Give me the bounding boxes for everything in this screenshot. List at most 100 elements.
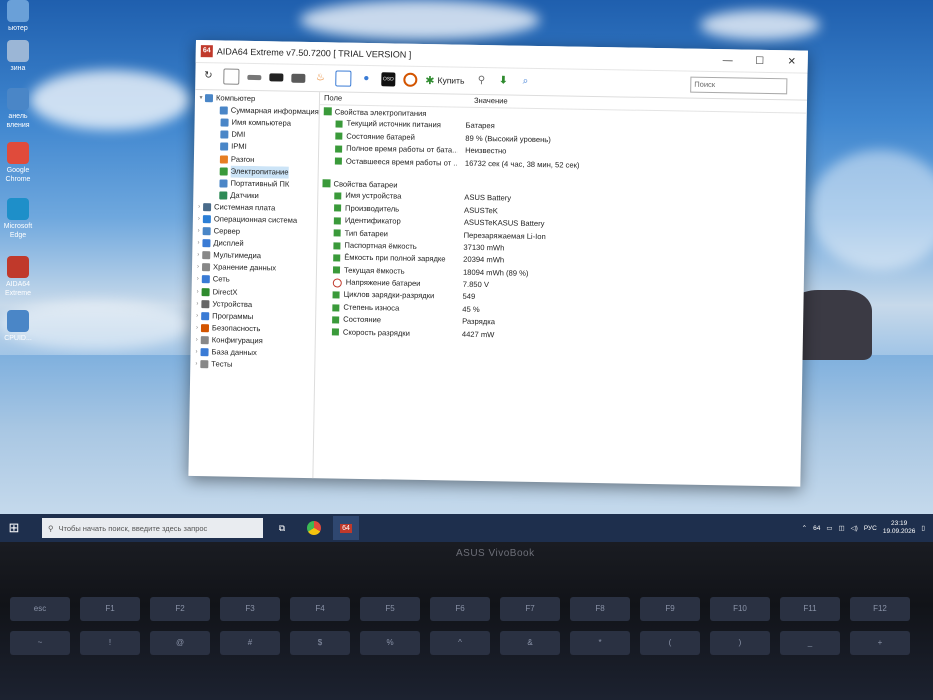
tree-item[interactable]: › Тесты xyxy=(190,358,314,372)
property-sections: Свойства электропитания Текущий источник … xyxy=(316,105,807,346)
tree-item-icon xyxy=(219,191,228,200)
navigation-tree: ▾ Компьютер Суммарная информация Имя компью… xyxy=(188,89,321,479)
desktop-icon-label: анель вления xyxy=(6,113,30,129)
property-name: Тип батареи xyxy=(344,228,389,238)
taskbar-search-placeholder: Чтобы начать поиск, введите здесь запрос xyxy=(58,523,208,533)
network-tray-icon[interactable]: ◫ xyxy=(839,524,845,532)
keyboard-key: F4 xyxy=(290,597,350,621)
search-icon[interactable]: ⌕ xyxy=(518,75,532,89)
start-button[interactable]: ⊞ xyxy=(0,514,28,542)
keyboard: esc F1 F2 F3 F4 F5 F6 F7 F8 F9 F10 F11 F12 ~! @ # $% ^ & * (… xyxy=(10,595,933,700)
expand-toggle-icon[interactable]: ▾ xyxy=(197,92,205,104)
chevron-up-icon[interactable]: ⌃ xyxy=(802,524,807,532)
search-icon: ⚲ xyxy=(48,523,54,533)
property-value: 37130 mWh xyxy=(463,242,505,253)
tree-item-label: Портативный ПК xyxy=(230,178,290,189)
user-icon[interactable]: ● xyxy=(359,72,373,86)
battery-icon xyxy=(322,179,331,188)
aida64-window: 64 AIDA64 Extreme v7.50.7200 [ TRIAL VER… xyxy=(188,40,808,487)
property-name: Состояние батарей xyxy=(346,131,415,142)
desktop-app-icon xyxy=(7,142,29,164)
desktop-icon[interactable]: AIDA64 Extreme xyxy=(0,256,36,298)
cpu-icon[interactable] xyxy=(269,73,284,82)
expand-toggle-icon[interactable]: › xyxy=(194,286,202,298)
aida64-tray-icon[interactable]: 64 xyxy=(813,525,820,532)
tree-item-icon xyxy=(200,348,209,357)
desktop-icon[interactable]: Google Chrome xyxy=(0,142,36,184)
notifications-icon[interactable]: ▯ xyxy=(921,524,925,532)
buy-label: Купить xyxy=(437,75,465,86)
language-indicator[interactable]: РУС xyxy=(864,525,877,532)
chrome-taskbar-icon[interactable] xyxy=(301,516,327,540)
minimize-button[interactable]: — xyxy=(712,55,744,67)
taskbar-search[interactable]: ⚲ Чтобы начать поиск, введите здесь запр… xyxy=(42,518,263,538)
keyboard-key: F6 xyxy=(430,597,490,621)
expand-toggle-icon[interactable]: › xyxy=(194,273,202,285)
desktop-icon[interactable]: CPUID... xyxy=(0,310,36,343)
desktop-icon[interactable]: анель вления xyxy=(0,88,36,130)
desktop-icon-label: AIDA64 Extreme xyxy=(4,281,32,297)
expand-toggle-icon[interactable]: › xyxy=(193,322,201,334)
motherboard-icon[interactable] xyxy=(247,74,262,80)
cloud xyxy=(300,0,540,40)
expand-toggle-icon[interactable]: › xyxy=(193,310,201,322)
desktop-icon[interactable]: зина xyxy=(0,40,36,73)
flame-icon[interactable]: ♨ xyxy=(313,71,327,85)
aida64-taskbar-icon[interactable]: 64 xyxy=(333,516,359,540)
tree-item-icon xyxy=(200,323,210,333)
expand-toggle-icon[interactable]: › xyxy=(194,261,202,273)
property-name: Степень износа xyxy=(343,302,400,313)
battery-icon xyxy=(332,303,340,312)
tools-icon[interactable]: ⚲ xyxy=(474,74,488,88)
expand-toggle-icon[interactable]: › xyxy=(193,334,201,346)
buy-button[interactable]: ✱ Купить xyxy=(425,74,464,88)
volume-icon[interactable]: ◁) xyxy=(851,524,858,532)
expand-toggle-icon[interactable]: › xyxy=(194,249,202,261)
memory-icon[interactable] xyxy=(291,73,306,83)
expand-toggle-icon[interactable]: › xyxy=(194,237,202,249)
osd-icon[interactable]: OSD xyxy=(381,72,396,87)
tree-item-icon xyxy=(204,94,214,103)
update-icon[interactable] xyxy=(403,72,418,87)
tree-item-icon xyxy=(202,251,211,260)
tree-item-icon xyxy=(202,215,211,224)
system-tray: ⌃ 64 ▭ ◫ ◁) РУС 23:19 19.09.2026 ▯ xyxy=(802,520,933,536)
property-value: 4427 mW xyxy=(461,329,495,339)
tree-item-label: Разгон xyxy=(230,154,255,164)
battery-icon[interactable]: ▭ xyxy=(826,524,832,532)
desktop: ьютер зина анель вления Google Chrome Micros… xyxy=(0,0,933,545)
window-title: AIDA64 Extreme v7.50.7200 [ TRIAL VERSIO… xyxy=(216,46,412,60)
expand-toggle-icon[interactable]: › xyxy=(195,201,203,213)
cloud xyxy=(30,70,190,130)
tree-item-icon xyxy=(201,275,210,284)
keyboard-key: ! xyxy=(80,631,140,655)
tree-item-icon xyxy=(201,299,210,308)
tree-item-label: Сервер xyxy=(213,226,241,236)
close-button[interactable]: ✕ xyxy=(776,56,808,68)
expand-toggle-icon[interactable]: › xyxy=(195,225,203,237)
tree-item-label: Программы xyxy=(212,311,254,321)
search-input[interactable]: Поиск xyxy=(690,76,788,95)
tree-item-label: Мультимедиа xyxy=(213,250,262,261)
expand-toggle-icon[interactable]: › xyxy=(192,346,200,358)
expand-toggle-icon[interactable]: › xyxy=(195,213,203,225)
expand-toggle-icon[interactable]: › xyxy=(192,358,200,370)
desktop-icon[interactable]: Microsoft Edge xyxy=(0,198,36,240)
battery-icon xyxy=(334,204,342,212)
property-value: 45 % xyxy=(462,304,480,314)
expand-toggle-icon[interactable]: › xyxy=(193,298,201,310)
property-value: ASUS Battery xyxy=(464,193,512,203)
network-icon[interactable] xyxy=(335,70,352,87)
column-value[interactable]: Значение xyxy=(474,95,508,108)
tree-item-label: Устройства xyxy=(212,298,253,309)
report-icon[interactable] xyxy=(223,68,240,85)
desktop-icon[interactable]: ьютер xyxy=(0,0,36,33)
maximize-button[interactable]: ☐ xyxy=(744,55,776,67)
keyboard-key: ~ xyxy=(10,631,70,655)
clock[interactable]: 23:19 19.09.2026 xyxy=(883,520,916,536)
refresh-icon[interactable]: ↻ xyxy=(201,69,215,83)
keyboard-key: F11 xyxy=(780,597,840,621)
keyboard-key: F3 xyxy=(220,597,280,621)
task-view-icon[interactable]: ⧉ xyxy=(269,516,295,540)
download-icon[interactable]: ⬇ xyxy=(496,74,510,88)
